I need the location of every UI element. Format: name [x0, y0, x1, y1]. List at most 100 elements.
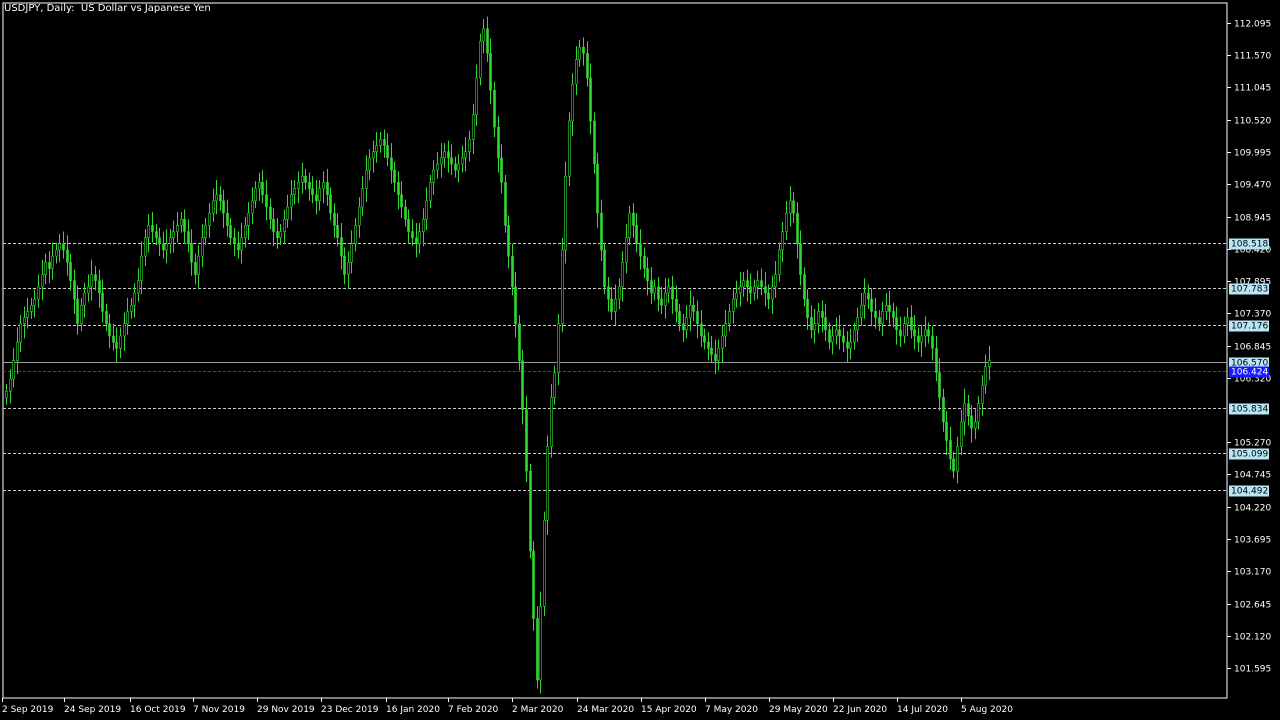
- candle-body: [94, 274, 97, 281]
- candle-body: [133, 292, 136, 306]
- candle-body: [639, 243, 642, 257]
- x-tick-label: 2 Mar 2020: [512, 705, 564, 715]
- candle-body: [614, 298, 617, 312]
- candle-body: [849, 341, 852, 349]
- candle-body: [247, 212, 250, 226]
- candle-body: [525, 409, 528, 472]
- candle-body: [44, 261, 47, 275]
- candle-body: [165, 243, 168, 251]
- candle-body: [340, 237, 343, 257]
- candle-body: [23, 317, 26, 324]
- candle-body: [817, 311, 820, 324]
- candle-body: [5, 390, 8, 398]
- candle-body: [756, 280, 759, 288]
- candle-body: [172, 231, 175, 238]
- candle-body: [660, 298, 663, 306]
- candle-body: [115, 341, 118, 349]
- candle-body: [785, 212, 788, 232]
- candle-body: [596, 163, 599, 214]
- candle-body: [493, 89, 496, 128]
- candle-body: [301, 175, 304, 183]
- candle-body: [667, 286, 670, 294]
- y-tick-label: 103.170: [1234, 568, 1271, 578]
- candle-body: [30, 304, 33, 312]
- candle-body: [361, 188, 364, 208]
- candle-body: [404, 206, 407, 220]
- candle-body: [162, 243, 165, 251]
- candle-body: [101, 292, 104, 312]
- candle-body: [618, 286, 621, 300]
- candle-body: [561, 249, 564, 324]
- candle-body: [229, 225, 232, 238]
- candle-body: [696, 311, 699, 324]
- candle-body: [269, 206, 272, 220]
- candle-body: [532, 550, 535, 619]
- candle-body: [390, 157, 393, 171]
- candle-body: [607, 286, 610, 300]
- candle-body: [55, 249, 58, 257]
- candle-body: [87, 286, 90, 294]
- y-tick-label: 105.270: [1234, 439, 1271, 449]
- candle-body: [835, 329, 838, 337]
- candle-body: [952, 458, 955, 472]
- candle-body: [935, 347, 938, 374]
- candle-body: [842, 335, 845, 343]
- x-tick-label: 7 May 2020: [705, 705, 758, 715]
- candle-body: [258, 182, 261, 189]
- candle-body: [536, 618, 539, 681]
- candle-body: [514, 286, 517, 324]
- candle-body: [578, 46, 581, 60]
- candle-body: [945, 421, 948, 441]
- candle-body: [806, 298, 809, 318]
- candle-body: [194, 261, 197, 275]
- candle-body: [261, 182, 264, 195]
- candle-body: [215, 194, 218, 202]
- candle-body: [130, 304, 133, 312]
- candle-body: [379, 139, 382, 146]
- candle-body: [949, 440, 952, 460]
- candle-body: [910, 317, 913, 331]
- candle-body: [938, 372, 941, 398]
- candle-body: [489, 53, 492, 91]
- candle-body: [393, 169, 396, 183]
- candle-body: [350, 243, 353, 263]
- candle-body: [297, 182, 300, 189]
- candle-body: [692, 304, 695, 312]
- candle-body: [714, 354, 717, 361]
- candle-body: [343, 255, 346, 275]
- x-tick-label: 29 May 2020: [769, 705, 828, 715]
- candle-body: [315, 194, 318, 202]
- candle-body: [988, 360, 991, 367]
- candle-body: [511, 255, 514, 288]
- candle-body: [90, 274, 93, 288]
- candle-body: [347, 261, 350, 275]
- candle-body: [497, 126, 500, 159]
- y-tick-label: 102.120: [1234, 633, 1271, 643]
- candle-body: [675, 298, 678, 312]
- candle-body: [828, 329, 831, 343]
- candle-body: [888, 304, 891, 312]
- candle-body: [974, 421, 977, 429]
- candle-body: [108, 323, 111, 337]
- candle-body: [386, 145, 389, 159]
- x-tick-label: 16 Oct 2019: [130, 705, 186, 715]
- candle-body: [970, 415, 973, 429]
- candle-body: [557, 323, 560, 374]
- candle-body: [83, 292, 86, 306]
- candle-body: [76, 298, 79, 324]
- y-tick-label: 104.745: [1234, 471, 1271, 481]
- candle-body: [479, 40, 482, 79]
- candle-body: [863, 292, 866, 306]
- candle-body: [286, 206, 289, 220]
- candle-body: [593, 120, 596, 165]
- candle-body: [472, 114, 475, 140]
- candle-body: [824, 317, 827, 331]
- candlestick-chart[interactable]: 112.095 111.570 111.045 110.520 109.995 109.4…: [0, 0, 1280, 720]
- y-tick-label: 107.370: [1234, 310, 1271, 320]
- candle-body: [963, 403, 966, 423]
- candle-body: [329, 194, 332, 214]
- candle-body: [486, 28, 489, 54]
- candle-body: [746, 280, 749, 288]
- candle-body: [212, 200, 215, 214]
- x-tick-label: 24 Sep 2019: [64, 705, 121, 715]
